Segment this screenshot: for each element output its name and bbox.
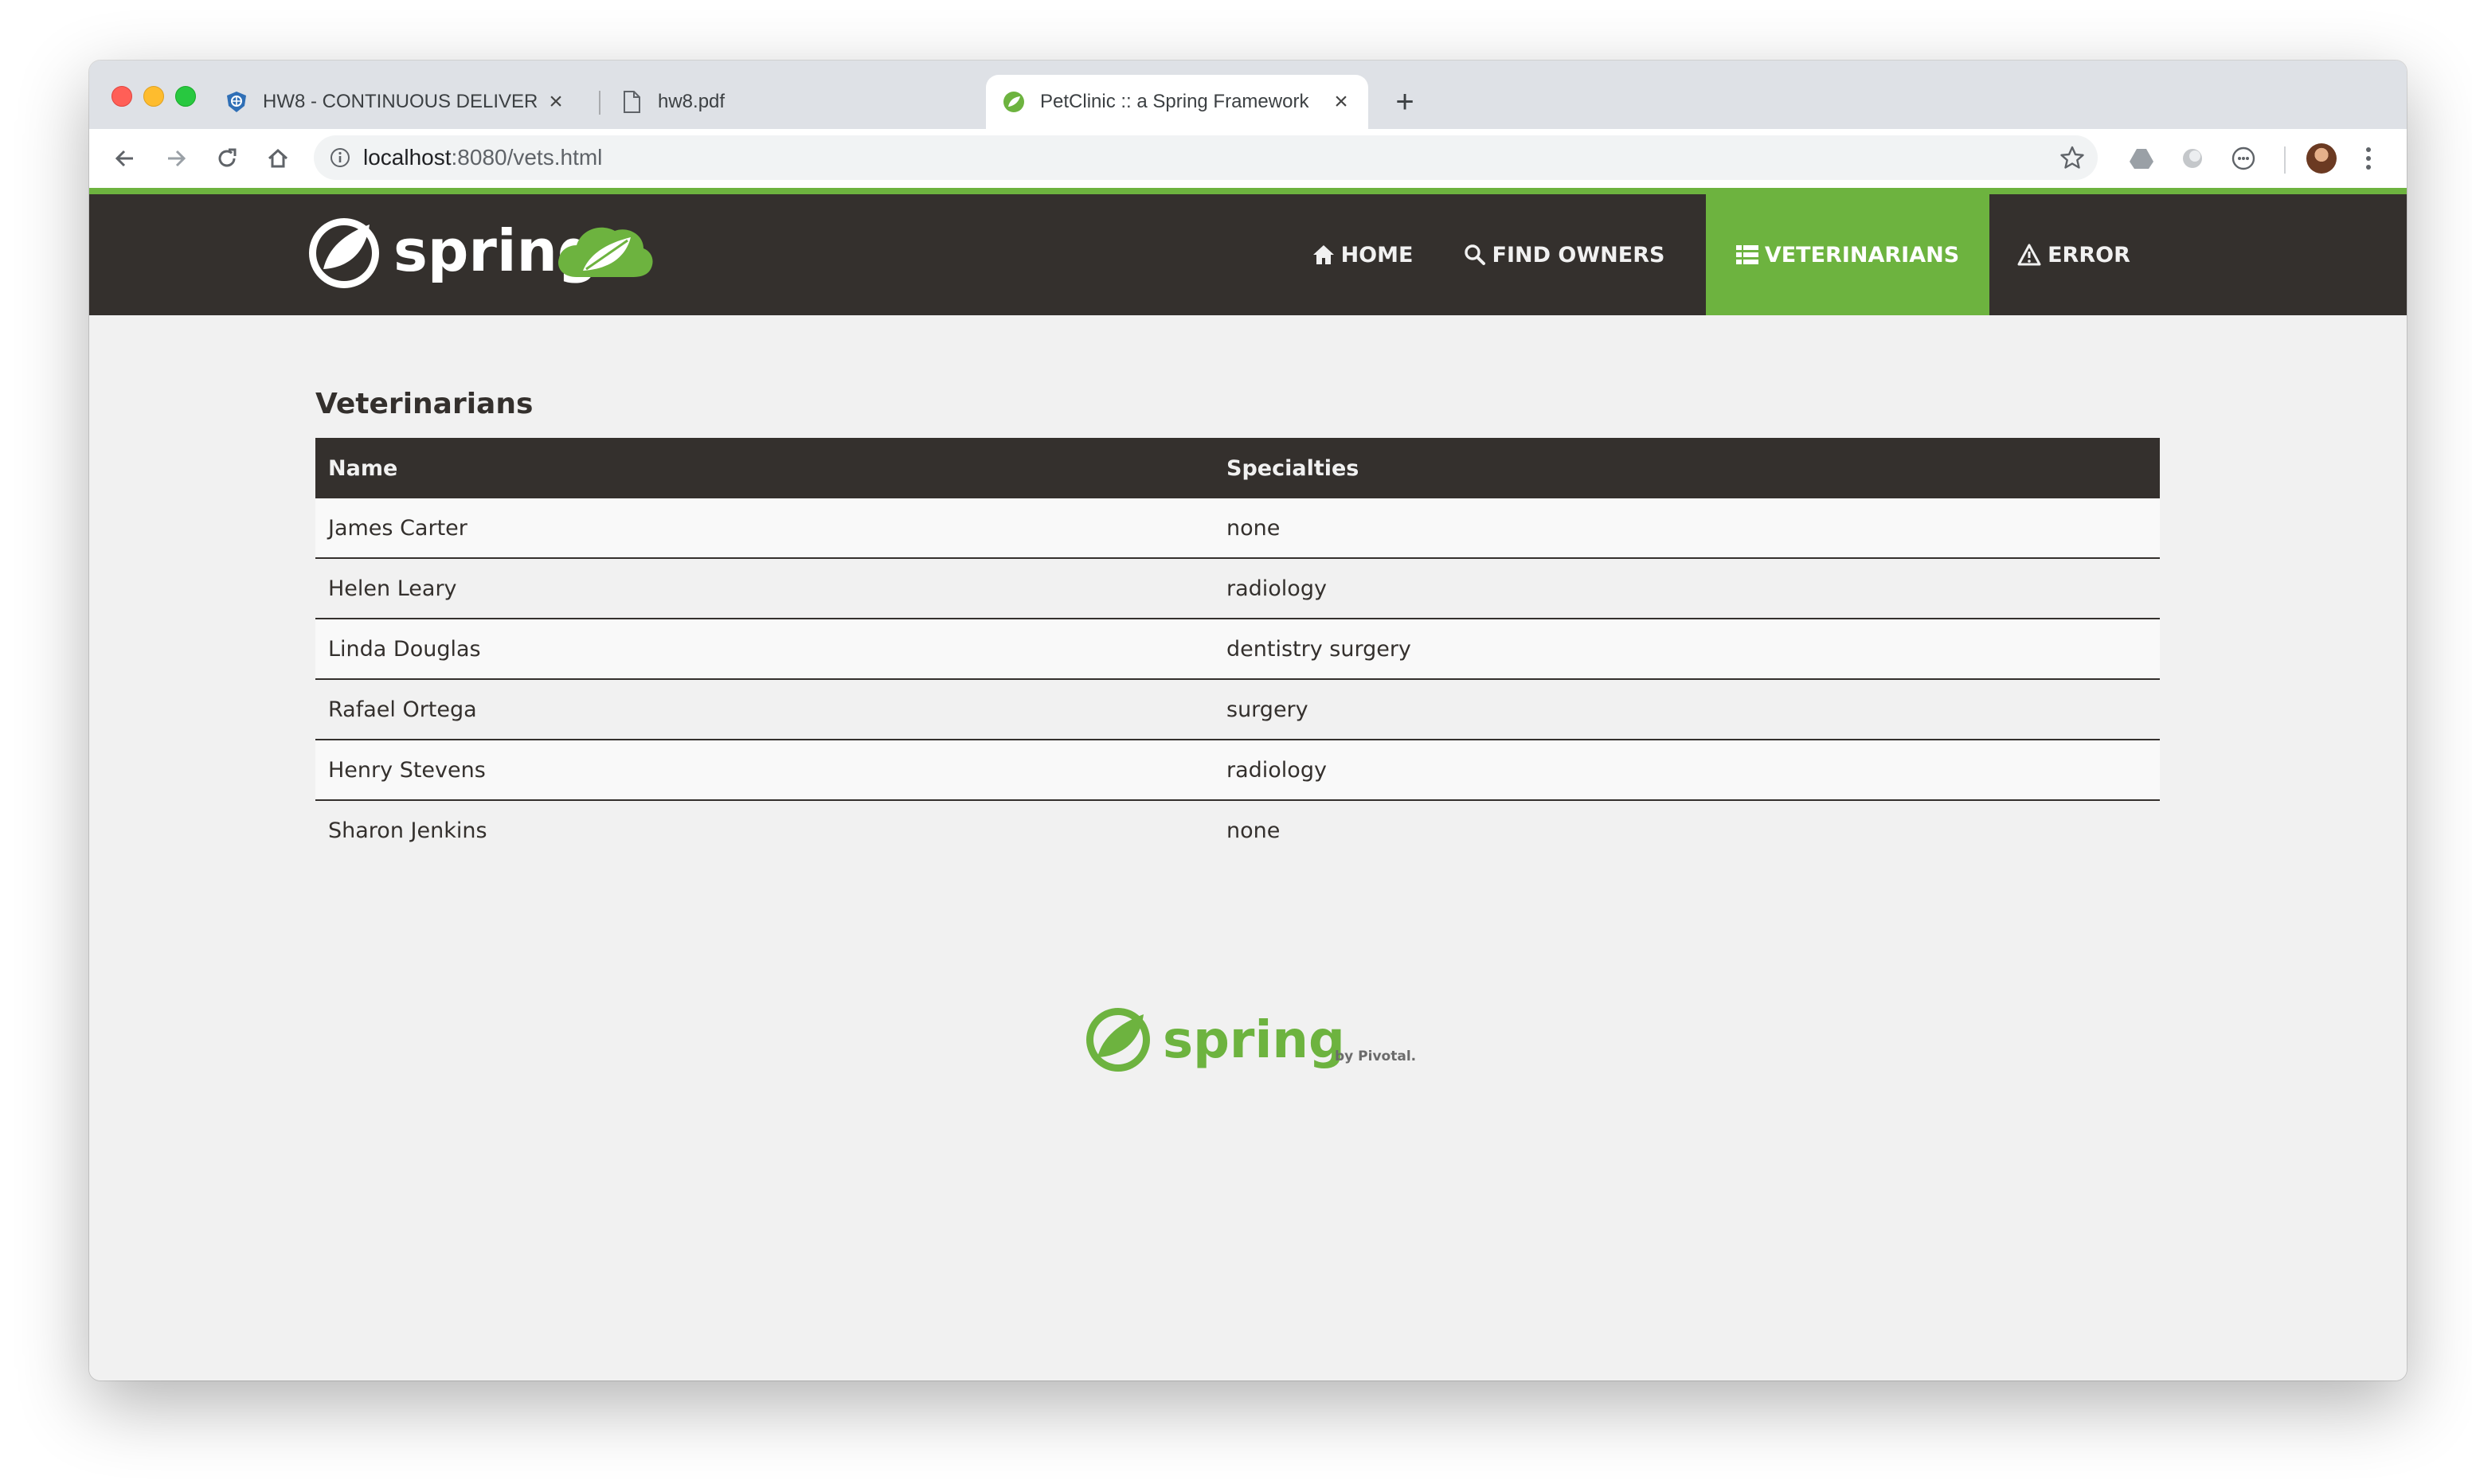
close-tab-icon[interactable]: × — [1330, 90, 1352, 114]
close-tab-icon[interactable]: × — [545, 90, 567, 114]
home-outline-icon — [268, 148, 288, 168]
tab-separator — [599, 91, 600, 115]
vet-name-cell: Rafael Ortega — [328, 697, 477, 722]
table-row: James Carter none — [315, 498, 2160, 558]
home-button[interactable] — [258, 139, 298, 178]
vet-specialties-cell: radiology — [1226, 576, 1327, 601]
vets-table: Name Specialties James Carter none Helen… — [315, 438, 2160, 860]
table-row: Linda Douglas dentistry surgery — [315, 619, 2160, 679]
header-row: Name Specialties — [315, 438, 2160, 498]
browser-toolbar: localhost:8080/vets.html — [89, 129, 2407, 189]
tab-title: PetClinic :: a Spring Framework — [1040, 91, 1309, 112]
back-button[interactable] — [105, 139, 145, 178]
warning-icon — [2017, 244, 2041, 266]
table-row: Sharon Jenkins none — [315, 800, 2160, 860]
vet-specialties-cell: surgery — [1226, 697, 1308, 722]
forward-arrow-icon — [168, 150, 186, 167]
nav-find-owners[interactable]: FIND OWNERS — [1445, 194, 1684, 315]
maximize-window-button[interactable] — [175, 86, 196, 107]
vet-name-cell: James Carter — [328, 515, 467, 541]
nav-error-label: ERROR — [2048, 242, 2130, 268]
column-header-specialties: Specialties — [1226, 455, 1359, 481]
tab-petclinic[interactable]: PetClinic :: a Spring Framework × — [986, 75, 1368, 129]
search-icon — [1464, 244, 1486, 266]
forward-button[interactable] — [156, 139, 196, 178]
profile-avatar[interactable] — [2306, 143, 2337, 174]
column-header-name: Name — [328, 455, 398, 481]
tab-title: HW8 - CONTINUOUS DELIVER — [263, 91, 537, 112]
spring-by-pivotal-logo: spring by Pivotal. — [1083, 1002, 1418, 1073]
nav-error[interactable]: ERROR — [1994, 194, 2153, 315]
drive-extension-icon[interactable] — [2128, 145, 2155, 172]
vet-name-cell: Linda Douglas — [328, 636, 481, 662]
reload-icon — [218, 148, 237, 167]
spring-brand-logo[interactable]: spring — [306, 207, 680, 290]
footer-wordmark: spring — [1163, 1011, 1345, 1070]
close-window-button[interactable] — [111, 86, 132, 107]
nav-home-label: HOME — [1340, 242, 1414, 268]
new-tab-button[interactable]: + — [1387, 84, 1422, 119]
vets-table-header: Name Specialties — [315, 438, 2160, 498]
url-host: localhost — [363, 145, 452, 170]
vet-name-cell: Sharon Jenkins — [328, 818, 487, 843]
tab-hw8-jira[interactable]: HW8 - CONTINUOUS DELIVER × — [209, 75, 583, 129]
nav-home[interactable]: HOME — [1289, 194, 1437, 315]
vet-specialties-cell: dentistry surgery — [1226, 636, 1411, 662]
extension-dots-icon[interactable] — [2230, 145, 2257, 172]
document-icon — [620, 90, 643, 114]
table-row: Henry Stevens radiology — [315, 740, 2160, 800]
nav-veterinarians[interactable]: VETERINARIANS — [1706, 194, 1989, 315]
footer-by-pivotal: by Pivotal. — [1335, 1049, 1416, 1064]
jira-shield-icon — [225, 90, 248, 114]
web-page: spring HOME FIND OWNERS VETERINARIANS ER… — [89, 188, 2407, 1381]
vet-specialties-cell: none — [1226, 818, 1281, 843]
top-navbar: spring HOME FIND OWNERS VETERINARIANS ER… — [89, 188, 2407, 315]
spring-leaf-icon — [1002, 90, 1026, 114]
page-title: Veterinarians — [315, 388, 534, 420]
bookmark-star-icon[interactable] — [2059, 145, 2085, 170]
back-arrow-icon — [115, 150, 133, 167]
tab-strip: HW8 - CONTINUOUS DELIVER × hw8.pdf × Pet… — [89, 61, 2407, 129]
vet-name-cell: Helen Leary — [328, 576, 457, 601]
browser-menu-icon[interactable] — [2361, 145, 2376, 172]
home-icon — [1312, 244, 1335, 265]
site-info-icon[interactable] — [330, 147, 350, 168]
extension-circle-icon[interactable] — [2179, 145, 2206, 172]
nav-find-owners-label: FIND OWNERS — [1492, 242, 1665, 268]
url-text[interactable]: localhost:8080/vets.html — [363, 145, 602, 170]
vets-table-body: James Carter none Helen Leary radiology … — [315, 498, 2160, 860]
address-bar[interactable]: localhost:8080/vets.html — [314, 135, 2098, 180]
minimize-window-button[interactable] — [143, 86, 164, 107]
vet-name-cell: Henry Stevens — [328, 757, 486, 783]
url-path: :8080/vets.html — [451, 145, 603, 170]
table-row: Rafael Ortega surgery — [315, 679, 2160, 740]
vet-specialties-cell: radiology — [1226, 757, 1327, 783]
list-icon — [1735, 244, 1758, 265]
nav-veterinarians-label: VETERINARIANS — [1764, 242, 1960, 268]
vet-specialties-cell: none — [1226, 515, 1281, 541]
tab-title: hw8.pdf — [658, 91, 726, 112]
toolbar-separator — [2284, 146, 2286, 174]
browser-window: HW8 - CONTINUOUS DELIVER × hw8.pdf × Pet… — [89, 61, 2407, 1381]
reload-button[interactable] — [207, 139, 247, 178]
table-row: Helen Leary radiology — [315, 558, 2160, 619]
main-content: Veterinarians Name Specialties James Car… — [315, 382, 2160, 860]
